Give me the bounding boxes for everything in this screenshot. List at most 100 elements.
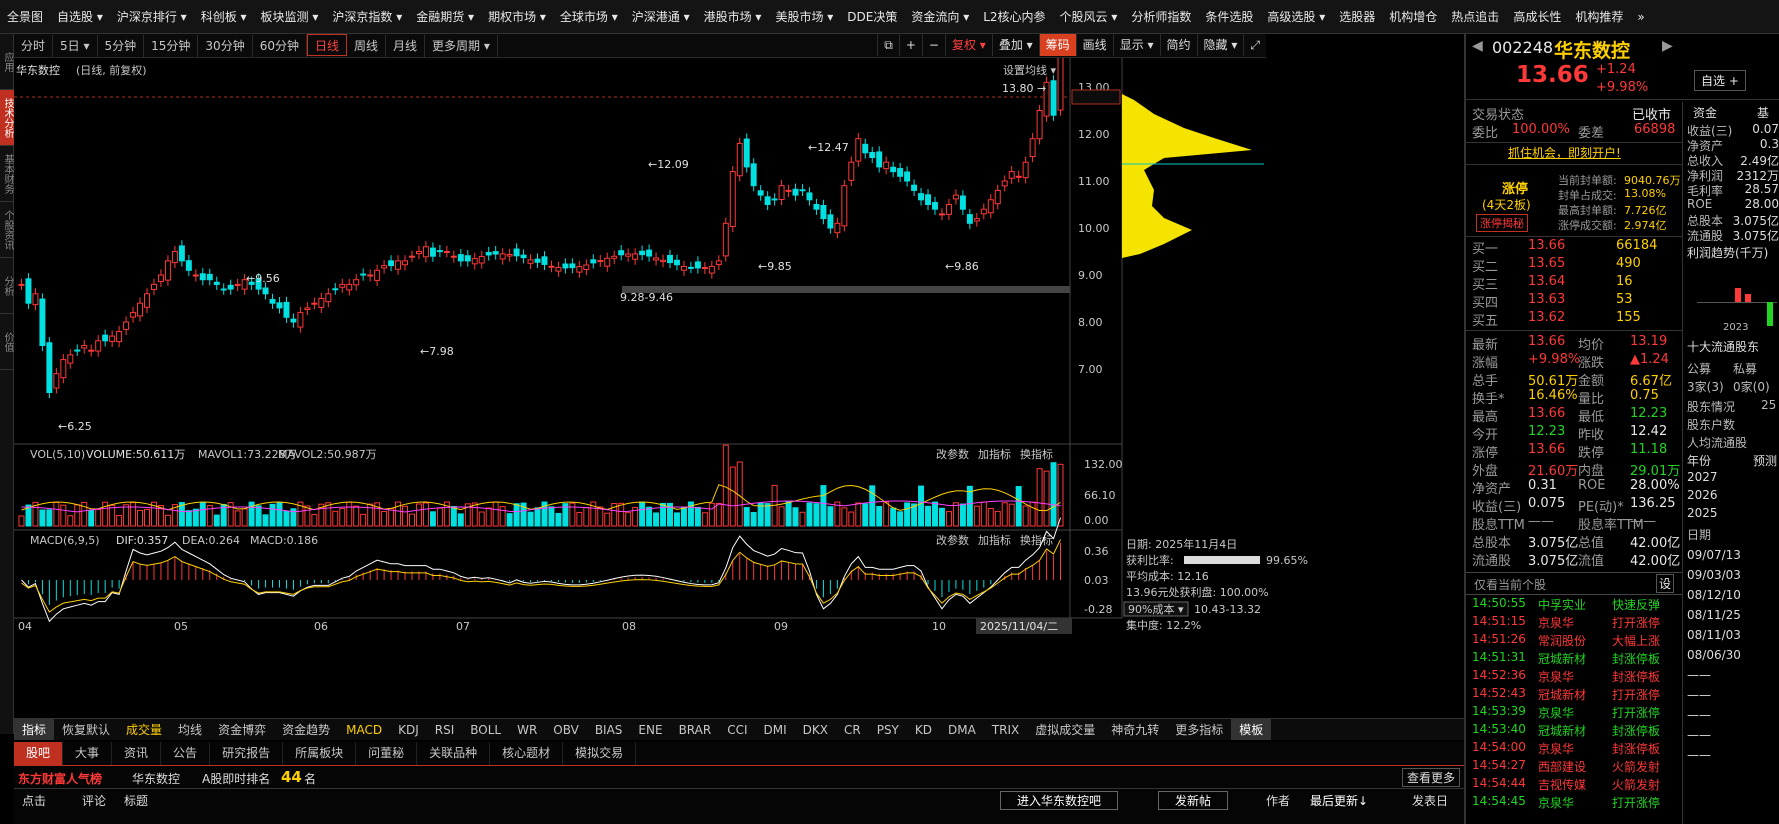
top-menu-item[interactable]: DDE决策 bbox=[840, 0, 904, 33]
indicator-tab[interactable]: KDJ bbox=[390, 719, 427, 740]
top-menu-item[interactable]: 期权市场 ▾ bbox=[481, 0, 553, 33]
period-button[interactable]: 5日 ▾ bbox=[53, 35, 98, 57]
indicator-tab[interactable]: BRAR bbox=[671, 719, 720, 740]
top-menu-item[interactable]: 全景图 bbox=[0, 0, 50, 33]
indicator-tab[interactable]: TRIX bbox=[984, 719, 1027, 740]
alert-stock[interactable]: 中孚实业 bbox=[1538, 596, 1586, 613]
vol-panel-button[interactable]: 改参数 bbox=[936, 447, 969, 461]
toolbar-button[interactable]: 复权 ▾ bbox=[944, 34, 992, 56]
ma-setting-link[interactable]: 设置均线 ▾ bbox=[1003, 63, 1056, 77]
toolbar-button[interactable]: 隐藏 ▾ bbox=[1196, 34, 1244, 56]
bottom-tab[interactable]: 关联品种 bbox=[417, 742, 491, 765]
macd-panel-button[interactable]: 加指标 bbox=[978, 533, 1011, 547]
alert-stock[interactable]: 冠城新材 bbox=[1538, 722, 1586, 739]
indicator-tab[interactable]: MACD bbox=[338, 719, 390, 740]
alert-stock[interactable]: 京泉华 bbox=[1538, 794, 1574, 811]
indicator-tab[interactable]: PSY bbox=[869, 719, 907, 740]
top-menu-item[interactable]: 全球市场 ▾ bbox=[553, 0, 625, 33]
indicator-tab[interactable]: DMA bbox=[940, 719, 984, 740]
indicator-tab[interactable]: 恢复默认 bbox=[54, 719, 118, 740]
indicator-tab[interactable]: KD bbox=[907, 719, 940, 740]
left-tab[interactable]: 个股资讯 bbox=[0, 202, 14, 258]
toolbar-button[interactable]: 显示 ▾ bbox=[1112, 34, 1160, 56]
only-current-checkbox[interactable]: 仅看当前个股 bbox=[1474, 576, 1546, 593]
toolbar-button[interactable]: 叠加 ▾ bbox=[991, 34, 1039, 56]
bottom-tab[interactable]: 股吧 bbox=[14, 742, 64, 765]
top-menu-item[interactable]: 高级选股 ▾ bbox=[1260, 0, 1332, 33]
bottom-tab[interactable]: 核心题材 bbox=[490, 742, 564, 765]
top-menu-item[interactable]: L2核心内参 bbox=[976, 0, 1052, 33]
indicator-tab[interactable]: 均线 bbox=[170, 719, 210, 740]
indicator-tab[interactable]: 指标 bbox=[14, 719, 55, 740]
top-menu-item[interactable]: 资金流向 ▾ bbox=[904, 0, 976, 33]
vol-panel-button[interactable]: 加指标 bbox=[978, 447, 1011, 461]
top-menu-item[interactable]: 沪深港通 ▾ bbox=[625, 0, 697, 33]
top-menu-item[interactable]: 机构增仓 bbox=[1382, 0, 1444, 33]
alert-stock[interactable]: 冠城新材 bbox=[1538, 686, 1586, 703]
alert-stock[interactable]: 冠城新材 bbox=[1538, 650, 1586, 667]
left-tab[interactable]: 基本财务 bbox=[0, 146, 14, 202]
left-tab[interactable]: 价值 bbox=[0, 314, 14, 370]
toolbar-button[interactable]: 筹码 bbox=[1038, 34, 1076, 56]
top-menu-item[interactable]: 沪深京排行 ▾ bbox=[110, 0, 194, 33]
next-stock-icon[interactable]: ▶ bbox=[1662, 38, 1673, 54]
indicator-tab[interactable]: DMI bbox=[756, 719, 795, 740]
indicator-tab[interactable]: 模板 bbox=[1231, 719, 1272, 740]
period-button[interactable]: 周线 bbox=[347, 35, 387, 57]
indicator-tab[interactable]: DKX bbox=[795, 719, 836, 740]
bottom-tab[interactable]: 资讯 bbox=[112, 742, 162, 765]
add-watchlist-button[interactable]: 自选 + bbox=[1694, 70, 1746, 91]
open-account-link[interactable]: 抓住机会，即刻开户! bbox=[1508, 144, 1621, 161]
limit-up-reveal-button[interactable]: 涨停揭秘 bbox=[1476, 214, 1528, 232]
kline-chart[interactable]: 华东数控 (日线, 前复权) 设置均线 ▾ 13.6613.0012.0011.… bbox=[14, 58, 1464, 720]
top-menu-item[interactable]: 美股市场 ▾ bbox=[768, 0, 840, 33]
toolbar-button[interactable]: ⧉ bbox=[877, 34, 899, 56]
alert-stock[interactable]: 京泉华 bbox=[1538, 614, 1574, 631]
col-tab[interactable]: 基 bbox=[1757, 104, 1769, 121]
indicator-tab[interactable]: 资金趋势 bbox=[274, 719, 338, 740]
top-menu-item[interactable]: 个股风云 ▾ bbox=[1053, 0, 1125, 33]
top-menu-item[interactable]: 自选股 ▾ bbox=[50, 0, 110, 33]
indicator-tab[interactable]: ENE bbox=[630, 719, 670, 740]
indicator-tab[interactable]: BOLL bbox=[462, 719, 509, 740]
vol-panel-button[interactable]: 换指标 bbox=[1020, 447, 1053, 461]
period-button[interactable]: 5分钟 bbox=[98, 35, 145, 57]
indicator-tab[interactable]: CCI bbox=[719, 719, 755, 740]
top-menu-item[interactable]: 科创板 ▾ bbox=[194, 0, 254, 33]
alert-stock[interactable]: 西部建设 bbox=[1538, 758, 1586, 775]
bottom-tab[interactable]: 大事 bbox=[63, 742, 113, 765]
period-button[interactable]: 更多周期 ▾ bbox=[425, 35, 498, 57]
bottom-tab[interactable]: 所属板块 bbox=[283, 742, 357, 765]
top-menu-item[interactable]: 沪深京指数 ▾ bbox=[325, 0, 409, 33]
period-button[interactable]: 日线 bbox=[306, 34, 347, 56]
cost-select-label[interactable]: 90%成本 ▾ bbox=[1128, 602, 1184, 616]
indicator-tab[interactable]: RSI bbox=[427, 719, 463, 740]
left-tab[interactable]: 应用 bbox=[0, 34, 14, 90]
col-last-update[interactable]: 最后更新↓ bbox=[1310, 792, 1368, 809]
period-button[interactable]: 分时 bbox=[14, 35, 54, 57]
indicator-tab[interactable]: WR bbox=[509, 719, 545, 740]
period-button[interactable]: 60分钟 bbox=[253, 35, 307, 57]
top-menu-item[interactable]: 热点追击 bbox=[1444, 0, 1506, 33]
alert-stock[interactable]: 京泉华 bbox=[1538, 668, 1574, 685]
top-menu-item[interactable]: 分析师指数 bbox=[1124, 0, 1198, 33]
prev-stock-icon[interactable]: ◀ bbox=[1472, 38, 1483, 54]
top-menu-item[interactable]: 港股市场 ▾ bbox=[697, 0, 769, 33]
enter-forum-button[interactable]: 进入华东数控吧 bbox=[1000, 791, 1119, 810]
indicator-tab[interactable]: 成交量 bbox=[118, 719, 170, 740]
new-post-button[interactable]: 发新帖 bbox=[1158, 791, 1229, 810]
alert-stock[interactable]: 吉视传媒 bbox=[1538, 776, 1586, 793]
bottom-tab[interactable]: 研究报告 bbox=[210, 742, 284, 765]
period-button[interactable]: 30分钟 bbox=[198, 35, 253, 57]
top-menu-item[interactable]: 高成长性 bbox=[1506, 0, 1568, 33]
bottom-tab[interactable]: 模拟交易 bbox=[563, 742, 637, 765]
indicator-tab[interactable]: OBV bbox=[545, 719, 587, 740]
indicator-tab[interactable]: CR bbox=[836, 719, 869, 740]
period-button[interactable]: 月线 bbox=[386, 35, 426, 57]
top-menu-item[interactable]: » bbox=[1630, 0, 1651, 33]
bottom-tab[interactable]: 公告 bbox=[161, 742, 211, 765]
indicator-tab[interactable]: 资金博弈 bbox=[210, 719, 274, 740]
bottom-tab[interactable]: 问董秘 bbox=[356, 742, 418, 765]
indicator-tab[interactable]: 神奇九转 bbox=[1103, 719, 1167, 740]
left-tab[interactable]: 技术分析 bbox=[0, 90, 14, 146]
